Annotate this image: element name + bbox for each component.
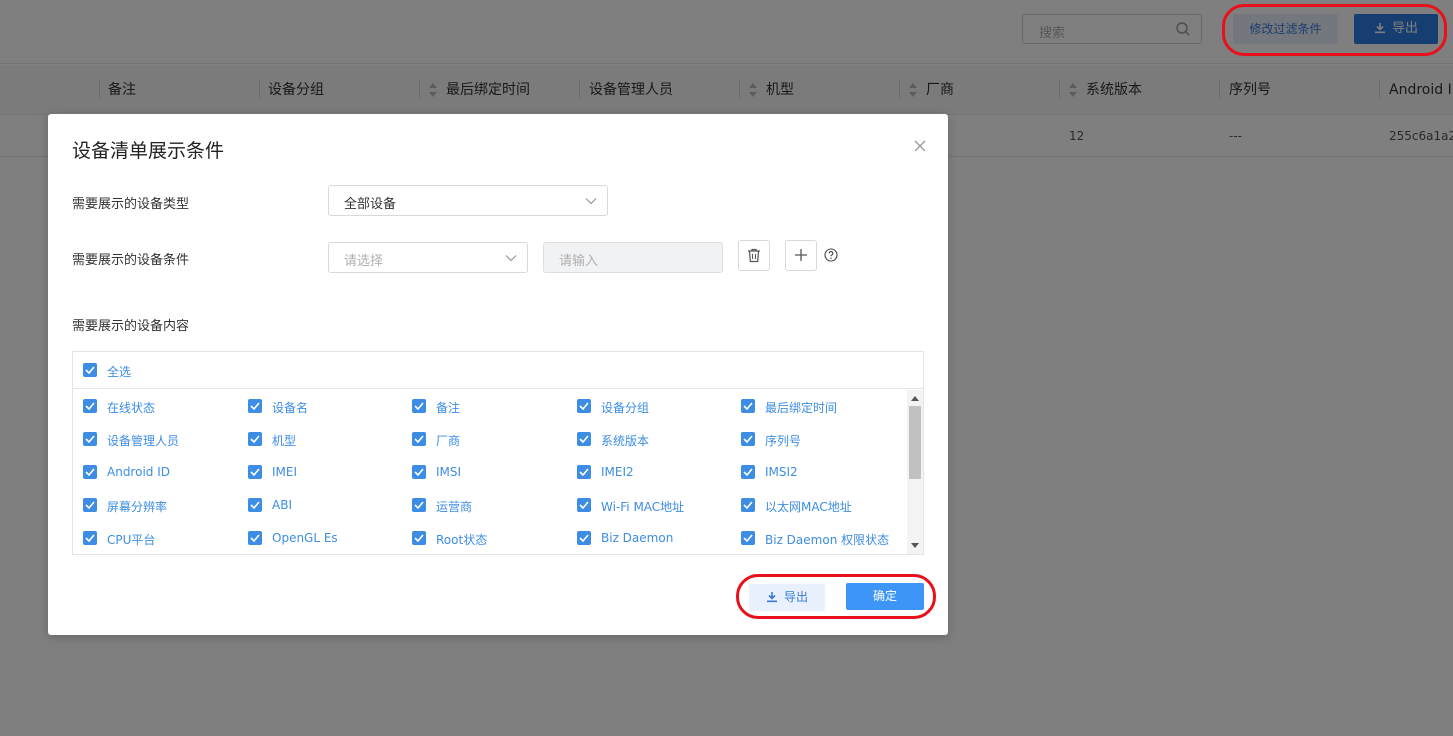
field-checkbox-label[interactable]: ABI (272, 498, 292, 512)
field-checkbox-label[interactable]: 序列号 (765, 432, 801, 449)
field-checkbox[interactable] (741, 465, 755, 479)
field-checkbox[interactable] (83, 465, 97, 479)
field-checkbox-label[interactable]: 设备管理人员 (107, 432, 179, 449)
field-checkbox-label[interactable]: 以太网MAC地址 (765, 498, 852, 515)
scroll-up-arrow (911, 396, 919, 401)
field-checkbox-label[interactable]: OpenGL Es (272, 531, 338, 545)
content-checkbox-panel: 全选 在线状态 设备名 备注 设备分组 最后绑定时间设备管理人员 机型 厂商 系统版本 序列号 A… (72, 351, 924, 555)
field-checkbox[interactable] (83, 498, 97, 512)
field-checkbox-label[interactable]: IMEI2 (601, 465, 634, 479)
field-checkbox[interactable] (248, 465, 262, 479)
trash-icon (748, 248, 760, 263)
condition-field-select[interactable]: 请选择 (328, 242, 528, 273)
field-checkbox-label[interactable]: Biz Daemon (601, 531, 673, 545)
dialog-title: 设备清单展示条件 (72, 140, 225, 162)
field-checkbox[interactable] (741, 399, 755, 413)
chevron-down-icon (505, 255, 517, 262)
scroll-thumb (909, 406, 921, 479)
scrollbar[interactable] (907, 390, 923, 554)
select-all-row: 全选 (73, 352, 923, 389)
field-checkbox[interactable] (741, 498, 755, 512)
field-checkbox[interactable] (577, 399, 591, 413)
field-checkbox[interactable] (412, 531, 426, 545)
field-checkbox-label[interactable]: 机型 (272, 432, 296, 449)
add-condition-button[interactable] (785, 240, 817, 271)
field-checkbox[interactable] (577, 432, 591, 446)
delete-condition-button[interactable] (738, 240, 770, 271)
field-checkbox[interactable] (248, 498, 262, 512)
highlight-annotation (1222, 4, 1447, 56)
condition-value-input[interactable]: 请输入 (543, 242, 723, 273)
select-all-checkbox[interactable] (83, 363, 97, 377)
field-checkbox[interactable] (83, 432, 97, 446)
field-checkbox-label[interactable]: 屏幕分辨率 (107, 498, 167, 515)
field-checkbox[interactable] (741, 432, 755, 446)
field-checkbox-label[interactable]: IMEI (272, 465, 297, 479)
field-checkbox-label[interactable]: 设备分组 (601, 399, 649, 416)
field-checkbox[interactable] (248, 399, 262, 413)
device-type-select[interactable]: 全部设备 (328, 185, 608, 216)
field-checkbox[interactable] (741, 531, 755, 545)
device-condition-label: 需要展示的设备条件 (72, 253, 190, 268)
field-checkbox-label[interactable]: 在线状态 (107, 399, 155, 416)
field-checkbox-label[interactable]: 厂商 (436, 432, 460, 449)
device-type-value: 全部设备 (344, 197, 397, 212)
field-checkbox[interactable] (577, 498, 591, 512)
display-conditions-dialog: 设备清单展示条件 需要展示的设备类型 全部设备 需要展示的设备条件 请选择 请输… (48, 114, 948, 635)
help-icon[interactable] (824, 248, 838, 262)
field-checkbox-label[interactable]: IMSI2 (765, 465, 798, 479)
field-checkbox-label[interactable]: 系统版本 (601, 432, 649, 449)
field-checkbox-label[interactable]: Root状态 (436, 531, 487, 548)
field-checkbox[interactable] (577, 465, 591, 479)
condition-input-placeholder: 请输入 (559, 254, 599, 269)
device-type-label: 需要展示的设备类型 (72, 197, 190, 212)
field-checkbox-label[interactable]: 备注 (436, 399, 460, 416)
chevron-down-icon (585, 198, 597, 205)
field-checkbox-label[interactable]: Android ID (107, 465, 170, 479)
field-checkbox-label[interactable]: 运营商 (436, 498, 472, 515)
condition-select-placeholder: 请选择 (344, 254, 384, 269)
field-checkbox[interactable] (412, 399, 426, 413)
field-checkbox[interactable] (412, 498, 426, 512)
plus-icon (795, 249, 807, 261)
field-checkbox-label[interactable]: Biz Daemon 权限状态 (765, 531, 889, 548)
field-checkbox[interactable] (577, 531, 591, 545)
field-checkbox[interactable] (248, 432, 262, 446)
field-checkbox[interactable] (412, 432, 426, 446)
field-checkbox-label[interactable]: 最后绑定时间 (765, 399, 837, 416)
field-checkbox[interactable] (412, 465, 426, 479)
field-checkbox-label[interactable]: CPU平台 (107, 531, 155, 548)
select-all-label[interactable]: 全选 (107, 363, 131, 380)
field-checkbox-label[interactable]: Wi-Fi MAC地址 (601, 498, 684, 515)
highlight-annotation (736, 574, 936, 619)
field-checkbox-label[interactable]: IMSI (436, 465, 461, 479)
field-checkbox[interactable] (83, 531, 97, 545)
close-icon[interactable] (912, 138, 928, 154)
field-checkbox[interactable] (248, 531, 262, 545)
scroll-down-arrow (911, 543, 919, 548)
field-checkbox[interactable] (83, 399, 97, 413)
device-content-label: 需要展示的设备内容 (72, 319, 190, 334)
field-checkbox-label[interactable]: 设备名 (272, 399, 308, 416)
